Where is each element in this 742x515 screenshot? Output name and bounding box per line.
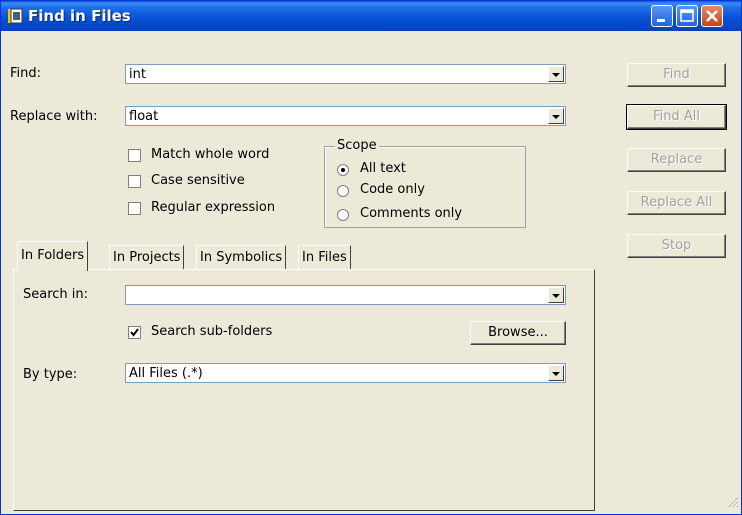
case-sensitive-label[interactable]: Case sensitive <box>151 173 245 188</box>
stop-button[interactable]: Stop <box>627 234 726 258</box>
replace-value[interactable]: float <box>129 109 158 124</box>
find-all-button[interactable]: Find All <box>626 104 727 130</box>
browse-button[interactable]: Browse... <box>470 321 566 345</box>
replace-dropdown-arrow-icon[interactable] <box>548 108 564 124</box>
by-type-combo[interactable]: All Files (.*) <box>125 363 566 383</box>
resize-grip-icon[interactable] <box>727 496 739 512</box>
window-title: Find in Files <box>28 7 131 25</box>
find-value[interactable]: int <box>129 67 146 82</box>
scope-all-text-radio[interactable] <box>337 164 349 176</box>
search-subfolders-label[interactable]: Search sub-folders <box>151 324 272 339</box>
close-button[interactable] <box>701 5 723 27</box>
scope-all-text-label[interactable]: All text <box>360 161 406 176</box>
scope-code-only-label[interactable]: Code only <box>360 182 425 197</box>
by-type-label: By type: <box>23 367 78 382</box>
case-sensitive-checkbox[interactable] <box>128 175 141 188</box>
maximize-icon <box>680 9 694 22</box>
find-label: Find: <box>10 66 42 81</box>
by-type-dropdown-arrow-icon[interactable] <box>548 365 564 381</box>
replace-combo[interactable]: float <box>125 106 566 126</box>
tab-in-projects[interactable]: In Projects <box>109 245 185 269</box>
search-subfolders-checkbox[interactable] <box>128 326 141 339</box>
scope-comments-only-radio[interactable] <box>337 209 349 221</box>
scope-title: Scope <box>335 138 379 153</box>
tab-in-files[interactable]: In Files <box>298 245 351 269</box>
maximize-button[interactable] <box>676 5 698 27</box>
folder-find-icon <box>8 8 23 24</box>
regular-expression-label[interactable]: Regular expression <box>151 200 275 215</box>
scope-code-only-radio[interactable] <box>337 185 349 197</box>
search-in-label: Search in: <box>23 287 89 302</box>
minimize-icon <box>657 19 665 22</box>
regular-expression-checkbox[interactable] <box>128 202 141 215</box>
replace-label: Replace with: <box>10 109 98 124</box>
close-icon <box>706 10 718 22</box>
minimize-button[interactable] <box>651 5 673 27</box>
replace-button[interactable]: Replace <box>627 148 726 172</box>
title-bar[interactable]: Find in Files <box>1 1 741 31</box>
find-button[interactable]: Find <box>627 63 726 87</box>
match-whole-word-checkbox[interactable] <box>128 149 141 162</box>
search-in-dropdown-arrow-icon[interactable] <box>548 287 564 303</box>
match-whole-word-label[interactable]: Match whole word <box>151 147 269 162</box>
checkmark-icon <box>130 328 139 337</box>
in-folders-panel <box>13 269 595 511</box>
search-in-combo[interactable] <box>125 285 566 305</box>
tab-in-folders[interactable]: In Folders <box>17 241 89 271</box>
tab-in-symbolics[interactable]: In Symbolics <box>196 245 287 269</box>
by-type-value[interactable]: All Files (.*) <box>129 366 203 381</box>
find-dropdown-arrow-icon[interactable] <box>548 66 564 82</box>
find-combo[interactable]: int <box>125 64 566 84</box>
find-in-files-dialog: Find in Files Find: int Replace with: fl… <box>0 0 742 515</box>
replace-all-button[interactable]: Replace All <box>627 191 726 215</box>
scope-comments-only-label[interactable]: Comments only <box>360 206 462 221</box>
